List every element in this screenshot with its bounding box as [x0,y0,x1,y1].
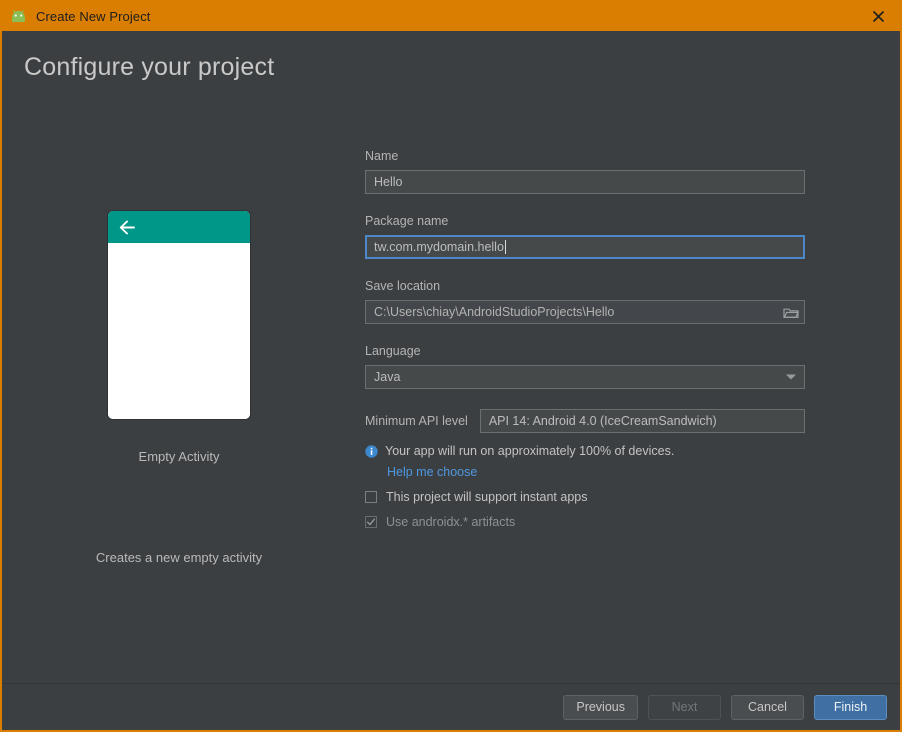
finish-button[interactable]: Finish [814,694,887,720]
package-name-input[interactable]: tw.com.mydomain.hello [365,235,805,259]
instant-apps-row: This project will support instant apps [365,490,805,504]
device-coverage-text: Your app will run on approximately 100% … [385,444,675,458]
info-icon [365,444,378,458]
window-title: Create New Project [36,9,151,24]
create-new-project-dialog: Create New Project Configure your projec… [0,0,902,732]
help-me-choose-link[interactable]: Help me choose [387,465,805,479]
name-field-group: Name Hello [365,149,805,194]
package-name-label: Package name [365,214,449,228]
arrow-back-icon [119,220,138,235]
title-bar: Create New Project [2,2,900,31]
previous-button[interactable]: Previous [563,694,638,720]
project-form: Name Hello Package name tw.com.mydomain.… [365,149,805,529]
preview-appbar [108,211,250,243]
activity-preview-panel: Empty Activity Creates a new empty activ… [24,211,334,565]
name-input-value: Hello [374,175,403,189]
folder-icon[interactable] [781,303,801,321]
save-location-input[interactable]: C:\Users\chiay\AndroidStudioProjects\Hel… [365,300,805,324]
instant-apps-checkbox[interactable] [365,491,377,503]
save-location-field-group: Save location C:\Users\chiay\AndroidStud… [365,279,805,324]
min-api-label: Minimum API level [365,414,468,428]
next-button: Next [648,694,721,720]
androidx-label: Use androidx.* artifacts [386,515,516,529]
name-label: Name [365,149,399,163]
save-location-label: Save location [365,279,441,293]
instant-apps-label: This project will support instant apps [386,490,588,504]
language-select[interactable]: Java [365,365,805,389]
language-select-value: Java [374,370,401,384]
activity-template-description: Creates a new empty activity [95,550,263,565]
language-label: Language [365,344,421,358]
dialog-content: Configure your project Empty Activity Cr… [2,31,900,683]
device-coverage-info: Your app will run on approximately 100% … [365,444,805,458]
phone-preview [108,211,250,419]
cancel-button[interactable]: Cancel [731,694,804,720]
page-title: Configure your project [24,53,275,81]
preview-screen-body [108,243,250,419]
android-robot-icon [10,8,27,25]
name-input[interactable]: Hello [365,170,805,194]
dialog-footer: Previous Next Cancel Finish [2,683,900,730]
package-name-field-group: Package name tw.com.mydomain.hello [365,214,805,259]
androidx-checkbox [365,516,377,528]
chevron-down-icon [786,374,796,380]
min-api-select-value: API 14: Android 4.0 (IceCreamSandwich) [488,414,717,428]
activity-template-name: Empty Activity [138,449,220,464]
package-name-input-value: tw.com.mydomain.hello [374,240,504,254]
min-api-row: Minimum API level API 14: Android 4.0 (I… [365,409,805,433]
save-location-input-value: C:\Users\chiay\AndroidStudioProjects\Hel… [374,305,615,319]
language-field-group: Language Java [365,344,805,389]
text-caret [504,240,506,254]
androidx-row: Use androidx.* artifacts [365,515,805,529]
close-icon[interactable] [856,2,900,31]
min-api-select[interactable]: API 14: Android 4.0 (IceCreamSandwich) [479,409,805,433]
